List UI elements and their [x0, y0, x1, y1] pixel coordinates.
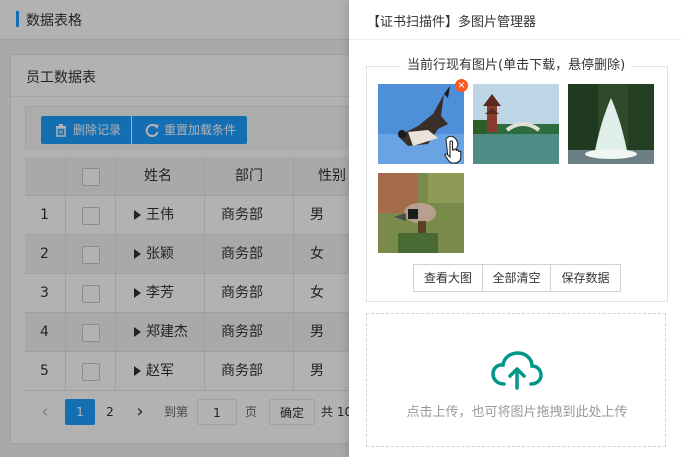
drawer-title: 【证书扫描件】多图片管理器 — [367, 15, 537, 30]
upload-dropzone[interactable]: 点击上传，也可将图片拖拽到此处上传 — [366, 313, 666, 447]
pagoda-bridge-image — [473, 84, 559, 164]
image-thumbnail[interactable] — [568, 84, 654, 164]
cloud-upload-icon — [491, 351, 543, 390]
save-data-button[interactable]: 保存数据 — [550, 264, 621, 292]
image-manager-drawer: 【证书扫描件】多图片管理器 当前行现有图片(单击下载，悬停删除) × 查看大图 … — [349, 0, 681, 457]
fountain-image — [568, 84, 654, 164]
image-thumbnail[interactable] — [378, 173, 464, 253]
view-large-button[interactable]: 查看大图 — [413, 264, 483, 292]
image-thumbnail[interactable] — [473, 84, 559, 164]
bird-on-branch-image — [378, 173, 464, 253]
fieldset-legend: 当前行现有图片(单击下载，悬停删除) — [401, 58, 632, 74]
delete-image-badge[interactable]: × — [455, 79, 468, 92]
hand-cursor-icon — [444, 140, 462, 164]
drawer-header: 【证书扫描件】多图片管理器 — [349, 0, 681, 40]
clear-all-button[interactable]: 全部清空 — [482, 264, 551, 292]
upload-hint-text: 点击上传，也可将图片拖拽到此处上传 — [406, 405, 628, 420]
